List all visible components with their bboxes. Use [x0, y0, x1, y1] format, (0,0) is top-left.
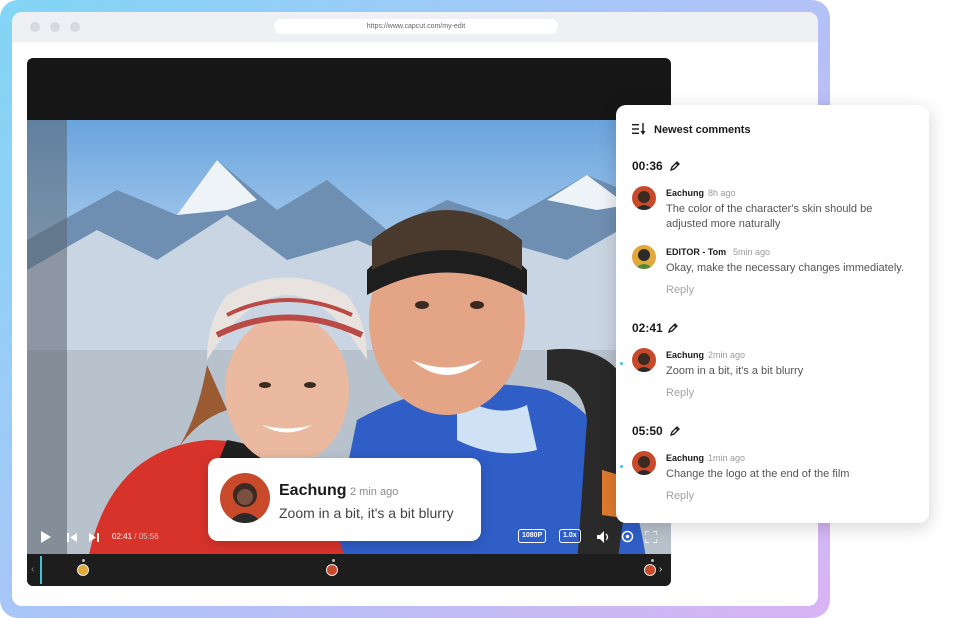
avatar — [220, 473, 270, 523]
reply-link[interactable]: Reply — [666, 284, 694, 296]
comment-marker-05-50[interactable] — [644, 564, 656, 576]
comment-time: 2 min ago — [350, 486, 399, 498]
comment-author: Eachung — [279, 482, 347, 499]
prev-icon[interactable] — [67, 533, 77, 542]
comments-panel: Newest comments 00:36 Eachung 8h ago The… — [616, 105, 929, 523]
timestamp-05-50[interactable]: 05:50 — [632, 424, 663, 438]
active-indicator — [620, 362, 623, 365]
duration: 05:56 — [138, 532, 159, 541]
reply-link[interactable]: Reply — [666, 490, 694, 502]
comment-text: Zoom in a bit, it's a bit blurry — [666, 365, 804, 377]
floating-comment[interactable]: Eachung 2 min ago Zoom in a bit, it's a … — [208, 458, 481, 541]
timeline-tick — [332, 559, 335, 562]
comment-text: The color of the character's skin should… — [666, 203, 873, 230]
avatar — [632, 451, 656, 475]
avatar — [632, 186, 656, 210]
time-separator: / — [134, 532, 137, 541]
play-icon[interactable] — [40, 531, 52, 543]
comment-marker-02-41[interactable] — [326, 564, 338, 576]
url-bar[interactable]: https://www.capcut.com/my-edit — [274, 19, 558, 34]
comment-author: Eachung — [666, 350, 705, 360]
comment-time: 2min ago — [708, 350, 746, 360]
comment-time: 1min ago — [708, 453, 746, 463]
current-time: 02:41 — [112, 532, 133, 541]
volume-icon[interactable] — [597, 531, 610, 543]
settings-icon[interactable] — [621, 530, 634, 543]
comment-author: Eachung — [666, 453, 705, 463]
comment-text: Change the logo at the end of the film — [666, 468, 850, 480]
comment-timeline[interactable]: ‹ › — [27, 554, 671, 586]
quality-button[interactable]: 1080P — [518, 529, 547, 543]
edit-icon[interactable] — [669, 425, 681, 437]
comment-time: 5min ago — [733, 247, 771, 257]
timeline-left-arrow-icon[interactable]: ‹ — [31, 564, 34, 575]
edit-icon[interactable] — [669, 160, 681, 172]
playhead[interactable] — [40, 556, 42, 584]
comment-author: EDITOR - Tom — [666, 247, 727, 257]
speed-button[interactable]: 1.0x — [559, 529, 581, 543]
active-indicator — [620, 465, 623, 468]
timecode: 02:41 / 05:56 — [112, 532, 159, 541]
next-icon[interactable] — [89, 533, 99, 542]
edit-icon[interactable] — [667, 322, 679, 334]
comment-text: Okay, make the necessary changes immedia… — [666, 262, 905, 274]
stage: https://www.capcut.com/my-edit 02:41 / 0… — [0, 0, 960, 618]
browser-titlebar: https://www.capcut.com/my-edit — [12, 12, 818, 42]
comment-text: Zoom in a bit, it's a bit blurry — [279, 505, 454, 521]
panel-title: Newest comments — [654, 124, 751, 136]
window-dot-close[interactable] — [30, 22, 40, 32]
timestamp-02-41[interactable]: 02:41 — [632, 321, 663, 335]
window-dot-minimize[interactable] — [50, 22, 60, 32]
sort-icon[interactable] — [632, 123, 646, 135]
window-dot-maximize[interactable] — [70, 22, 80, 32]
timestamp-00-36[interactable]: 00:36 — [632, 159, 663, 173]
timeline-right-arrow-icon[interactable]: › — [659, 564, 662, 575]
fullscreen-icon[interactable] — [645, 531, 657, 543]
avatar — [632, 245, 656, 269]
timeline-tick — [82, 559, 85, 562]
comment-author: Eachung — [666, 188, 705, 198]
comment-marker-00-36[interactable] — [77, 564, 89, 576]
comment-time: 8h ago — [708, 188, 736, 198]
avatar — [632, 348, 656, 372]
reply-link[interactable]: Reply — [666, 387, 694, 399]
timeline-tick — [651, 559, 654, 562]
